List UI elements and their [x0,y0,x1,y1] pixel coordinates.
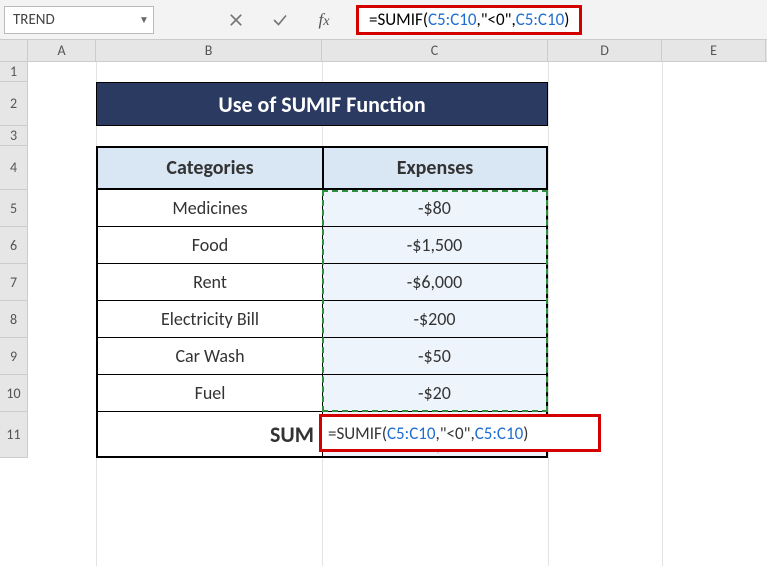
name-box[interactable]: TREND ▼ [4,6,154,34]
cell-expense[interactable]: -$1,500 [322,227,548,264]
row-header-4[interactable]: 4 [0,146,28,190]
row-header-10[interactable]: 10 [0,375,28,412]
row-header-3[interactable]: 3 [0,126,28,146]
row-header-8[interactable]: 8 [0,301,28,338]
table-row: Electricity Bill -$200 [96,301,548,338]
table-row: Car Wash -$50 [96,338,548,375]
insert-function-button[interactable]: fx [302,6,346,34]
row-header-11[interactable]: 11 [0,412,28,458]
cell-category[interactable]: Medicines [96,190,322,227]
cell-category[interactable]: Car Wash [96,338,322,375]
cell-category[interactable]: Food [96,227,322,264]
cell-formula-mid: ,"<0", [436,423,475,444]
cell-formula-range2: C5:C10 [475,423,524,444]
cell-formula-suffix: ) [523,423,528,444]
row-header-6[interactable]: 6 [0,227,28,264]
col-header-e[interactable]: E [662,40,766,61]
header-categories[interactable]: Categories [96,146,322,190]
formula-prefix: =SUMIF( [369,9,428,30]
formula-suffix: ) [564,9,569,30]
header-expenses[interactable]: Expenses [322,146,548,190]
cell-category[interactable]: Fuel [96,375,322,412]
formula-range1: C5:C10 [428,9,477,30]
cell-category[interactable]: Rent [96,264,322,301]
cell-category[interactable]: Electricity Bill [96,301,322,338]
formula-mid: ,"<0", [477,9,516,30]
cell-expense[interactable]: -$80 [322,190,548,227]
row-header-1[interactable]: 1 [0,62,28,82]
table-row: Fuel -$20 [96,375,548,412]
cell-formula-range1: C5:C10 [387,423,436,444]
sum-row: SUM =SUMIF(C5:C10,"<0",C5:C10) [96,412,548,458]
chevron-down-icon[interactable]: ▼ [135,13,153,26]
formula-input[interactable]: =SUMIF(C5:C10,"<0",C5:C10) [356,5,582,35]
column-headers: A B C D E [0,40,767,62]
table-row: Medicines -$80 [96,190,548,227]
cell-expense[interactable]: -$50 [322,338,548,375]
col-header-c[interactable]: C [322,40,548,61]
fx-icon: fx [318,10,329,30]
name-box-value: TREND [5,11,135,29]
cancel-button[interactable] [214,6,258,34]
cancel-icon [227,11,245,29]
row-header-2[interactable]: 2 [0,82,28,126]
row-header-9[interactable]: 9 [0,338,28,375]
data-table: Use of SUMIF Function Categories Expense… [96,82,548,458]
table-row: Food -$1,500 [96,227,548,264]
cell-formula-prefix: =SUMIF( [328,423,387,444]
row-header-7[interactable]: 7 [0,264,28,301]
table-title[interactable]: Use of SUMIF Function [96,82,548,126]
select-all-corner[interactable] [0,40,28,61]
col-header-a[interactable]: A [28,40,96,61]
cell-expense[interactable]: -$20 [322,375,548,412]
sum-label[interactable]: SUM [96,412,322,458]
cell-expense[interactable]: -$6,000 [322,264,548,301]
formula-range2: C5:C10 [516,9,565,30]
check-icon [271,11,289,29]
col-header-d[interactable]: D [548,40,662,61]
enter-button[interactable] [258,6,302,34]
row-headers: 1 2 3 4 5 6 7 8 9 10 11 [0,62,28,458]
blank-row-3[interactable] [96,126,548,146]
cell-expense[interactable]: -$200 [322,301,548,338]
formula-bar: TREND ▼ fx =SUMIF(C5:C10,"<0",C5:C10) [0,0,767,40]
row-header-5[interactable]: 5 [0,190,28,227]
col-header-b[interactable]: B [96,40,322,61]
cell-editing-overlay[interactable]: =SUMIF(C5:C10,"<0",C5:C10) [319,414,601,452]
table-row: Rent -$6,000 [96,264,548,301]
